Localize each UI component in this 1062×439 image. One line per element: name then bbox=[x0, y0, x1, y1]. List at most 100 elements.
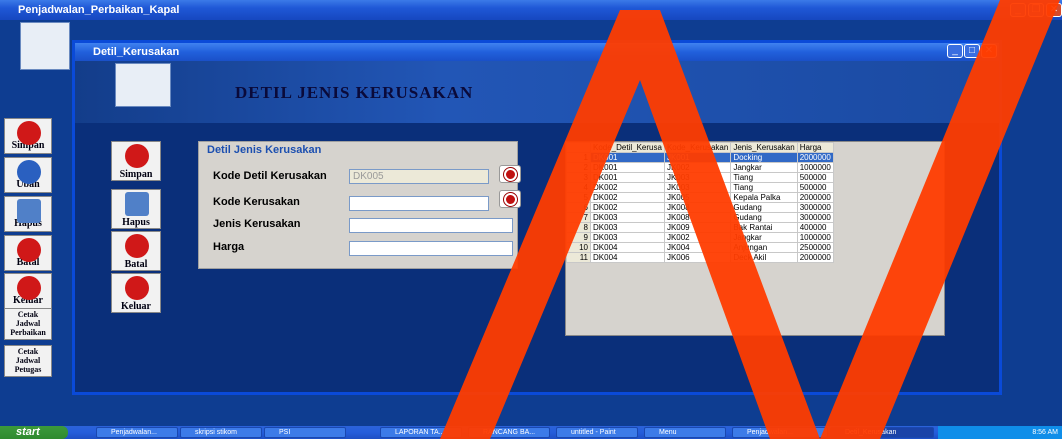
inner-close-button[interactable]: ✕ bbox=[981, 44, 997, 58]
row-number[interactable]: 4 bbox=[566, 182, 591, 193]
cell-kode-detil[interactable]: DK002 bbox=[590, 182, 665, 193]
table-row[interactable]: 3 DK001 JK003 Tiang 500000 bbox=[566, 172, 834, 183]
cell-harga[interactable]: 1000000 bbox=[796, 162, 834, 173]
cell-harga[interactable]: 1000000 bbox=[796, 232, 834, 243]
cell-jenis[interactable]: Bak Rantai bbox=[730, 222, 798, 233]
cell-kode-detil[interactable]: DK004 bbox=[590, 252, 665, 263]
task-button[interactable]: Penjadwalan... bbox=[732, 427, 828, 438]
cell-kode-detil[interactable]: DK001 bbox=[590, 152, 665, 163]
cell-kode-kerusakan[interactable]: JK002 bbox=[663, 162, 732, 173]
row-number[interactable]: 10 bbox=[566, 242, 591, 253]
cell-jenis[interactable]: Kepala Palka bbox=[730, 192, 798, 203]
exit-button[interactable]: Keluar bbox=[111, 273, 161, 313]
cell-jenis[interactable]: Deck Akil bbox=[730, 252, 798, 263]
sidebar-edit-button[interactable]: Ubah bbox=[4, 157, 52, 193]
inner-minimize-button[interactable]: _ bbox=[947, 44, 963, 58]
save-button[interactable]: Simpan bbox=[111, 141, 161, 181]
cell-harga[interactable]: 2000000 bbox=[796, 152, 834, 163]
cell-jenis[interactable]: Tiang bbox=[730, 182, 798, 193]
cell-jenis[interactable]: Tiang bbox=[730, 172, 798, 183]
cell-kode-detil[interactable]: DK003 bbox=[590, 212, 665, 223]
task-button[interactable]: skripsi stikom bbox=[180, 427, 262, 438]
cell-kode-kerusakan[interactable]: JK009 bbox=[663, 222, 732, 233]
sidebar-exit-button[interactable]: Keluar bbox=[4, 273, 52, 309]
row-number[interactable]: 8 bbox=[566, 222, 591, 233]
task-button-active[interactable]: Detil_Kerusakan bbox=[830, 427, 934, 438]
print-repair-schedule-button[interactable]: Cetak Jadwal Perbaikan bbox=[4, 308, 52, 340]
task-button[interactable]: Penjadwalan... bbox=[96, 427, 178, 438]
task-button[interactable]: untitled - Paint bbox=[556, 427, 638, 438]
table-row[interactable]: 9 DK003 JK002 Jangkar 1000000 bbox=[566, 232, 834, 243]
cell-harga[interactable]: 2000000 bbox=[796, 192, 834, 203]
data-grid[interactable]: Kode_Detil_Kerusa Kode_Kerusakan Jenis_K… bbox=[565, 141, 945, 336]
cell-harga[interactable]: 500000 bbox=[796, 182, 834, 193]
cell-kode-detil[interactable]: DK001 bbox=[590, 172, 665, 183]
table-row[interactable]: 11 DK004 JK006 Deck Akil 2000000 bbox=[566, 252, 834, 263]
table-row[interactable]: 1 DK001 JK001 Docking 2000000 bbox=[566, 152, 834, 163]
cancel-button[interactable]: Batal bbox=[111, 231, 161, 271]
row-number[interactable]: 2 bbox=[566, 162, 591, 173]
sidebar-cancel-button[interactable]: Batal bbox=[4, 235, 52, 271]
table-row[interactable]: 2 DK001 JK002 Jangkar 1000000 bbox=[566, 162, 834, 173]
column-header[interactable]: Kode_Kerusakan bbox=[663, 142, 732, 153]
cell-harga[interactable]: 2000000 bbox=[796, 252, 834, 263]
task-button[interactable]: PSI bbox=[264, 427, 346, 438]
row-number[interactable]: 6 bbox=[566, 202, 591, 213]
task-button[interactable]: LAPORAN TA... bbox=[380, 427, 462, 438]
table-row[interactable]: 6 DK002 JK008 Gudang 3000000 bbox=[566, 202, 834, 213]
jenis-kerusakan-input[interactable] bbox=[349, 218, 513, 233]
cell-kode-kerusakan[interactable]: JK008 bbox=[663, 202, 732, 213]
cell-kode-kerusakan[interactable]: JK008 bbox=[663, 212, 732, 223]
cell-kode-kerusakan[interactable]: JK003 bbox=[663, 182, 732, 193]
sidebar-delete-button[interactable]: Hapus bbox=[4, 196, 52, 232]
column-header[interactable]: Harga bbox=[796, 142, 834, 153]
row-number[interactable]: 11 bbox=[566, 252, 591, 263]
cell-harga[interactable]: 500000 bbox=[796, 172, 834, 183]
cell-kode-detil[interactable]: DK002 bbox=[590, 202, 665, 213]
cell-kode-detil[interactable]: DK003 bbox=[590, 232, 665, 243]
row-number[interactable]: 3 bbox=[566, 172, 591, 183]
table-row[interactable]: 8 DK003 JK009 Bak Rantai 400000 bbox=[566, 222, 834, 233]
cell-jenis[interactable]: Gudang bbox=[730, 212, 798, 223]
cell-kode-detil[interactable]: DK003 bbox=[590, 222, 665, 233]
kode-detil-input[interactable]: DK005 bbox=[349, 169, 489, 184]
table-row[interactable]: 4 DK002 JK003 Tiang 500000 bbox=[566, 182, 834, 193]
cell-kode-kerusakan[interactable]: JK002 bbox=[663, 232, 732, 243]
task-button[interactable]: Menu bbox=[644, 427, 726, 438]
row-number[interactable]: 5 bbox=[566, 192, 591, 203]
cell-jenis[interactable]: Jangkar bbox=[730, 232, 798, 243]
cell-kode-kerusakan[interactable]: JK004 bbox=[663, 242, 732, 253]
cell-jenis[interactable]: Gudang bbox=[730, 202, 798, 213]
search-kode-kerusakan-button[interactable] bbox=[499, 190, 521, 208]
print-staff-schedule-button[interactable]: Cetak Jadwal Petugas bbox=[4, 345, 52, 377]
minimize-button[interactable]: _ bbox=[1010, 3, 1026, 17]
task-button[interactable]: RANCANG BA... bbox=[468, 427, 550, 438]
row-number[interactable]: 7 bbox=[566, 212, 591, 223]
kode-kerusakan-input[interactable] bbox=[349, 196, 489, 211]
cell-kode-kerusakan[interactable]: JK003 bbox=[663, 172, 732, 183]
cell-harga[interactable]: 2500000 bbox=[796, 242, 834, 253]
cell-harga[interactable]: 400000 bbox=[796, 222, 834, 233]
restore-button[interactable]: ❐ bbox=[1028, 3, 1044, 17]
row-number[interactable]: 1 bbox=[566, 152, 591, 163]
delete-button[interactable]: Hapus bbox=[111, 189, 161, 229]
table-row[interactable]: 5 DK002 JK005 Kepala Palka 2000000 bbox=[566, 192, 834, 203]
cell-harga[interactable]: 3000000 bbox=[796, 202, 834, 213]
table-row[interactable]: 7 DK003 JK008 Gudang 3000000 bbox=[566, 212, 834, 223]
row-number[interactable]: 9 bbox=[566, 232, 591, 243]
start-button[interactable]: start bbox=[0, 426, 68, 439]
inner-maximize-button[interactable]: □ bbox=[964, 44, 980, 58]
cell-jenis[interactable]: Anjungan bbox=[730, 242, 798, 253]
cell-harga[interactable]: 3000000 bbox=[796, 212, 834, 223]
cell-jenis[interactable]: Jangkar bbox=[730, 162, 798, 173]
harga-input[interactable] bbox=[349, 241, 513, 256]
cell-kode-detil[interactable]: DK001 bbox=[590, 162, 665, 173]
cell-kode-detil[interactable]: DK004 bbox=[590, 242, 665, 253]
cell-jenis[interactable]: Docking bbox=[730, 152, 798, 163]
cell-kode-detil[interactable]: DK002 bbox=[590, 192, 665, 203]
table-row[interactable]: 10 DK004 JK004 Anjungan 2500000 bbox=[566, 242, 834, 253]
cell-kode-kerusakan[interactable]: JK005 bbox=[663, 192, 732, 203]
cell-kode-kerusakan[interactable]: JK001 bbox=[663, 152, 732, 163]
search-kode-detil-button[interactable] bbox=[499, 165, 521, 183]
cell-kode-kerusakan[interactable]: JK006 bbox=[663, 252, 732, 263]
